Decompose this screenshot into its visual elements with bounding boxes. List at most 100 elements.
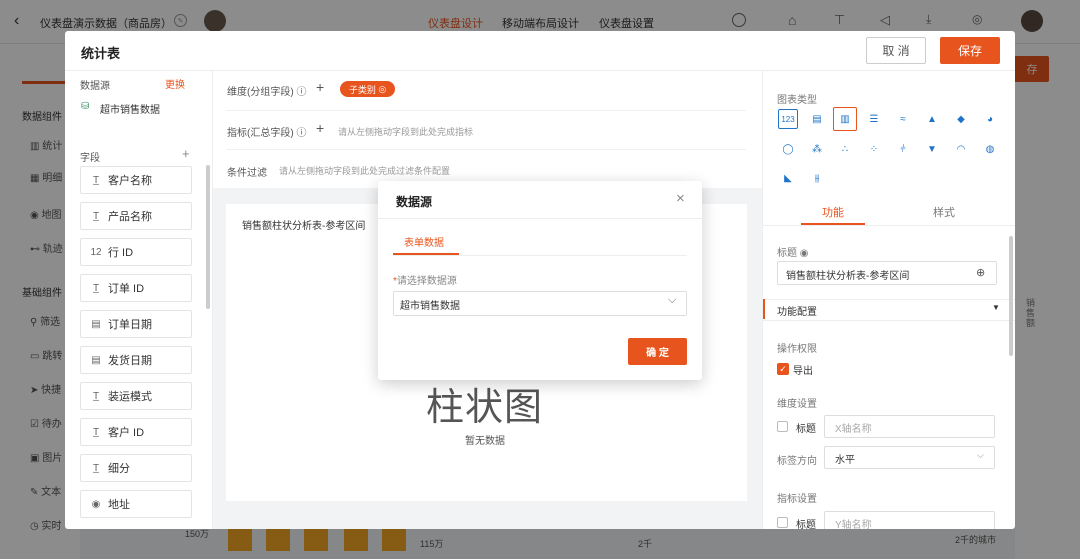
func-config-header[interactable]: 功能配置 [777, 303, 817, 318]
bubble-chart-icon[interactable]: ⁘ [864, 139, 884, 159]
candle-chart-icon[interactable]: ⫵ [807, 168, 827, 188]
dimension-chip[interactable]: 子类别 ◎ [340, 81, 395, 97]
field-item[interactable]: T̲ 细分 [80, 454, 192, 482]
text-field-icon: T̲ [92, 426, 100, 438]
area-chart-icon[interactable]: ▲ [922, 109, 942, 129]
globe-icon[interactable]: ⊕ [976, 266, 985, 279]
fields-label: 字段 [80, 153, 100, 164]
tab-function[interactable]: 功能 [822, 204, 844, 220]
direction-value: 水平 [835, 455, 855, 466]
row-divider [226, 149, 746, 150]
eye-icon[interactable]: ◉ [800, 248, 809, 259]
gauge-chart-icon[interactable]: ◠ [951, 139, 971, 159]
datasource-label: 数据源 [80, 81, 110, 92]
title-input[interactable]: 销售额柱状分析表-参考区间 [777, 261, 997, 285]
settings-scrollbar[interactable] [1009, 236, 1013, 356]
metric-title-label: 标题 [796, 520, 816, 529]
location-icon: ◉ [91, 498, 101, 510]
modal-title: 数据源 [396, 195, 433, 209]
funnel-chart-icon[interactable]: ▼ [922, 139, 942, 159]
no-data-text: 暂无数据 [465, 436, 505, 447]
dim-settings-label: 维度设置 [777, 399, 817, 410]
section-divider [763, 299, 1015, 300]
filter-label: 条件过滤 [227, 168, 267, 179]
fields-scrollbar[interactable] [206, 165, 210, 309]
dim-title-checkbox[interactable] [777, 421, 788, 432]
close-icon[interactable]: × [676, 190, 685, 207]
settings-icon: ◎ [375, 83, 387, 94]
pie-chart-icon[interactable]: ◕ [980, 109, 1000, 129]
table-chart-icon[interactable]: ▤ [807, 109, 827, 129]
y-axis-placeholder: Y轴名称 [835, 520, 872, 529]
export-checkbox[interactable]: ✓ [777, 363, 789, 375]
donut-chart-icon[interactable]: ◯ [778, 139, 798, 159]
number-chart-icon[interactable]: 123 [778, 109, 798, 129]
text-field-icon: T̲ [92, 390, 100, 402]
filter-hint: 请从左侧拖动字段到此处完成过滤条件配置 [279, 166, 451, 176]
horizontal-bar-icon[interactable]: ☰ [864, 109, 884, 129]
field-item[interactable]: T̲ 客户名称 [80, 166, 192, 194]
scatter-chart-icon[interactable]: ∴ [835, 139, 855, 159]
x-axis-placeholder: X轴名称 [835, 424, 872, 435]
tab-divider [393, 255, 687, 256]
chart-type-label: 图表类型 [777, 95, 817, 106]
chart-title: 销售额柱状分析表-参考区间 [242, 221, 366, 232]
waterfall-chart-icon[interactable]: ⫩ [893, 139, 913, 159]
tabs-divider [763, 225, 1015, 226]
chevron-down-icon: ⌵ [668, 294, 677, 306]
field-item[interactable]: ▤ 发货日期 [80, 346, 192, 374]
radar-chart-icon[interactable]: ◆ [951, 109, 971, 129]
bar-chart-icon[interactable]: ▥ [833, 107, 857, 131]
field-item[interactable]: T̲ 产品名称 [80, 202, 192, 230]
datasource-modal: 数据源 × 表单数据 *请选择数据源 超市销售数据 ⌵ 确 定 [378, 181, 702, 380]
confirm-button[interactable]: 确 定 [628, 338, 687, 365]
chart-placeholder: 柱状图 [426, 387, 544, 429]
field-item[interactable]: ▤ 订单日期 [80, 310, 192, 338]
tab-style[interactable]: 样式 [933, 204, 955, 220]
change-datasource-link[interactable]: 更换 [165, 76, 185, 91]
help-icon[interactable]: ⓘ [296, 87, 306, 98]
add-dimension-button[interactable]: + [316, 79, 324, 95]
tab-form-data[interactable]: 表单数据 [404, 234, 444, 249]
metric-settings-label: 指标设置 [777, 494, 817, 505]
section-divider [763, 320, 1015, 321]
map-chart-icon[interactable]: ◣ [778, 168, 798, 188]
row-divider [226, 110, 746, 111]
label-direction-label: 标签方向 [777, 456, 817, 467]
section-marker [763, 299, 765, 319]
field-item[interactable]: T̲ 客户 ID [80, 418, 192, 446]
metric-title-checkbox[interactable] [777, 517, 788, 528]
calendar-icon: ▤ [91, 318, 101, 330]
text-field-icon: T̲ [92, 282, 100, 294]
export-label: 导出 [793, 366, 813, 377]
calendar-icon: ▤ [91, 354, 101, 366]
text-field-icon: T̲ [92, 462, 100, 474]
add-field-button[interactable]: + [182, 146, 190, 161]
progress-chart-icon[interactable]: ◍ [980, 139, 1000, 159]
permission-label: 操作权限 [777, 344, 817, 355]
field-item[interactable]: T̲ 装运模式 [80, 382, 192, 410]
database-icon: ⛁ [81, 101, 90, 112]
collapse-icon[interactable]: ▼ [992, 303, 1000, 312]
field-item[interactable]: ◉ 地址 [80, 490, 192, 518]
datasource-name: 超市销售数据 [100, 105, 160, 116]
text-field-icon: T̲ [92, 174, 100, 186]
metric-hint: 请从左侧拖动字段到此处完成指标 [338, 127, 474, 137]
number-field-icon: 12 [90, 246, 102, 258]
help-icon[interactable]: ⓘ [296, 128, 306, 139]
dimension-label: 维度(分组字段) ⓘ [227, 87, 307, 98]
select-datasource-label: *请选择数据源 [393, 276, 457, 287]
modal-header-divider [378, 218, 702, 219]
dim-title-label: 标题 [796, 424, 816, 435]
field-item[interactable]: 12 行 ID [80, 238, 192, 266]
dialog-title: 统计表 [81, 46, 121, 61]
combo-chart-icon[interactable]: ⁂ [807, 139, 827, 159]
save-button[interactable]: 保存 [940, 37, 1000, 64]
datasource-select-value: 超市销售数据 [400, 301, 460, 312]
line-chart-icon[interactable]: ≈ [893, 109, 913, 129]
cancel-button[interactable]: 取 消 [866, 37, 926, 64]
chevron-down-icon: ⌵ [977, 450, 984, 460]
text-field-icon: T̲ [92, 210, 100, 222]
add-metric-button[interactable]: + [316, 120, 324, 136]
field-item[interactable]: T̲ 订单 ID [80, 274, 192, 302]
